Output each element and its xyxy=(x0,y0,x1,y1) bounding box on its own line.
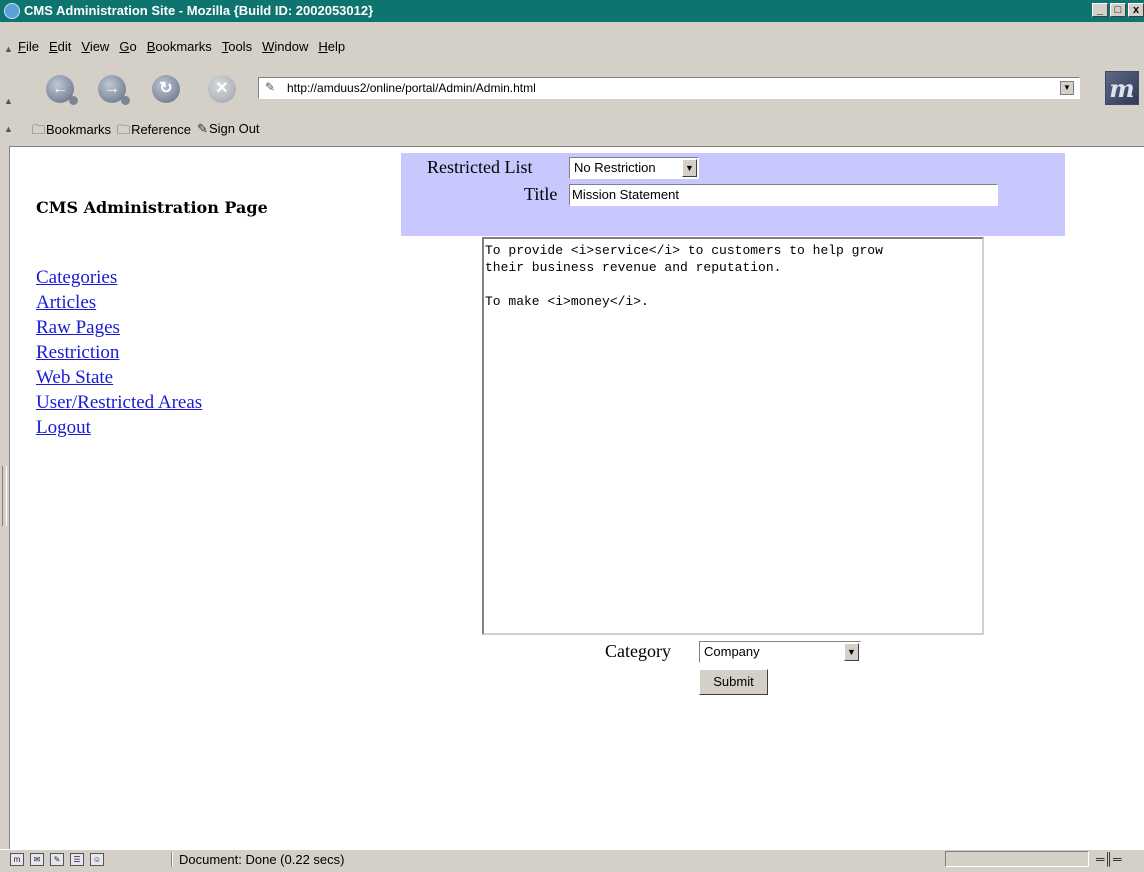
nav-link-restriction[interactable]: Restriction xyxy=(36,340,202,365)
chevron-down-icon[interactable]: ▼ xyxy=(682,159,697,177)
navigation-toolbar: ▲ ← → ↻ ✕ ✎ http://amduus2/online/portal… xyxy=(0,62,1144,112)
textarea-line xyxy=(485,276,982,293)
stop-button[interactable]: ✕ xyxy=(208,75,236,103)
back-arrow-icon: ← xyxy=(52,80,68,97)
menu-bar: ▲ File Edit View Go Bookmarks Tools Wind… xyxy=(0,36,1144,58)
reference-folder[interactable]: 🗀Reference xyxy=(117,121,191,143)
menu-edit[interactable]: Edit xyxy=(49,38,71,55)
folder-icon: 🗀 xyxy=(32,122,46,137)
title-bar: CMS Administration Site - Mozilla {Build… xyxy=(0,0,1144,22)
mozilla-app-icon[interactable] xyxy=(4,3,20,19)
mail-icon[interactable]: ✉ xyxy=(30,853,44,866)
article-form-panel: Restricted List No Restriction ▼ Title M… xyxy=(401,153,1065,236)
chat-icon[interactable]: ☺ xyxy=(90,853,104,866)
nav-link-articles[interactable]: Articles xyxy=(36,290,202,315)
status-separator xyxy=(171,852,173,867)
minimize-button[interactable]: _ xyxy=(1092,3,1108,17)
window-title: CMS Administration Site - Mozilla {Build… xyxy=(24,3,374,18)
url-bar[interactable]: ✎ http://amduus2/online/portal/Admin/Adm… xyxy=(258,77,1080,99)
admin-page-heading: CMS Administration Page xyxy=(36,198,268,217)
back-dropdown-icon[interactable] xyxy=(69,96,78,105)
progress-panel xyxy=(945,851,1089,867)
menu-tools[interactable]: Tools xyxy=(222,38,252,55)
url-history-dropdown-icon[interactable]: ▼ xyxy=(1060,81,1074,95)
nav-link-raw-pages[interactable]: Raw Pages xyxy=(36,315,202,340)
title-input-value: Mission Statement xyxy=(572,187,679,202)
status-text: Document: Done (0.22 secs) xyxy=(179,852,345,867)
maximize-button[interactable]: □ xyxy=(1110,3,1126,17)
restricted-list-select[interactable]: No Restriction ▼ xyxy=(569,157,699,179)
nav-link-web-state[interactable]: Web State xyxy=(36,365,202,390)
page-proxy-icon[interactable]: ✎ xyxy=(265,80,275,94)
navigator-icon[interactable]: m xyxy=(10,853,24,866)
browser-window: CMS Administration Site - Mozilla {Build… xyxy=(0,0,1144,872)
bookmarks-folder[interactable]: 🗀Bookmarks xyxy=(32,121,111,143)
textarea-line: To make <i>money</i>. xyxy=(485,294,649,309)
forward-button[interactable]: → xyxy=(98,75,130,105)
menu-view[interactable]: View xyxy=(81,38,109,55)
forward-dropdown-icon[interactable] xyxy=(121,96,130,105)
menu-go[interactable]: Go xyxy=(119,38,136,55)
nav-link-user-restricted-areas[interactable]: User/Restricted Areas xyxy=(36,390,202,415)
title-input[interactable]: Mission Statement xyxy=(569,184,998,206)
close-button[interactable]: x xyxy=(1128,3,1144,17)
textarea-line: their business revenue and reputation. xyxy=(485,260,782,275)
folder-icon: 🗀 xyxy=(117,122,131,137)
composer-icon[interactable]: ✎ xyxy=(50,853,64,866)
menubar-grip-icon[interactable]: ▲ xyxy=(4,44,13,54)
restricted-list-label: Restricted List xyxy=(427,157,533,177)
splitter-grip-icon xyxy=(2,466,7,526)
mozilla-throbber-logo[interactable]: m xyxy=(1105,71,1139,105)
category-value: Company xyxy=(704,644,760,659)
bookmark-link-icon: ✎ xyxy=(197,121,208,136)
online-connection-icon[interactable]: ═║═ xyxy=(1096,852,1122,866)
textarea-line: To provide <i>service</i> to customers t… xyxy=(485,243,883,258)
nav-link-categories[interactable]: Categories xyxy=(36,265,202,290)
sidebar-splitter[interactable] xyxy=(0,146,8,849)
article-body-textarea[interactable]: To provide <i>service</i> to customers t… xyxy=(482,237,984,635)
nav-link-logout[interactable]: Logout xyxy=(36,415,202,440)
window-controls: _ □ x xyxy=(1090,3,1144,17)
menu-file[interactable]: File xyxy=(18,38,39,55)
personal-toolbar: ▲ 🗀Bookmarks 🗀Reference ✎Sign Out xyxy=(0,118,1144,140)
status-bar: m ✉ ✎ ☰ ☺ Document: Done (0.22 secs) ═║═ xyxy=(0,849,1144,870)
url-text[interactable]: http://amduus2/online/portal/Admin/Admin… xyxy=(287,81,536,95)
menu-help[interactable]: Help xyxy=(318,38,345,55)
personalbar-grip-icon[interactable]: ▲ xyxy=(4,124,13,134)
stop-icon: ✕ xyxy=(215,80,229,97)
admin-nav: Categories Articles Raw Pages Restrictio… xyxy=(36,265,202,440)
restricted-list-value: No Restriction xyxy=(574,160,656,175)
menu-bookmarks[interactable]: Bookmarks xyxy=(147,38,212,55)
submit-button[interactable]: Submit xyxy=(699,669,768,695)
reload-icon: ↻ xyxy=(159,80,173,97)
sign-out-bookmark[interactable]: ✎Sign Out xyxy=(197,121,260,143)
chevron-down-icon[interactable]: ▼ xyxy=(844,643,859,661)
page-content: CMS Administration Page Categories Artic… xyxy=(9,146,1144,850)
title-label: Title xyxy=(524,184,558,204)
category-select[interactable]: Company ▼ xyxy=(699,641,861,663)
menu-window[interactable]: Window xyxy=(262,38,308,55)
forward-arrow-icon: → xyxy=(104,80,120,97)
navbar-grip-icon[interactable]: ▲ xyxy=(4,96,13,106)
category-label: Category xyxy=(605,641,671,661)
address-book-icon[interactable]: ☰ xyxy=(70,853,84,866)
reload-button[interactable]: ↻ xyxy=(152,75,180,103)
back-button[interactable]: ← xyxy=(46,75,78,105)
